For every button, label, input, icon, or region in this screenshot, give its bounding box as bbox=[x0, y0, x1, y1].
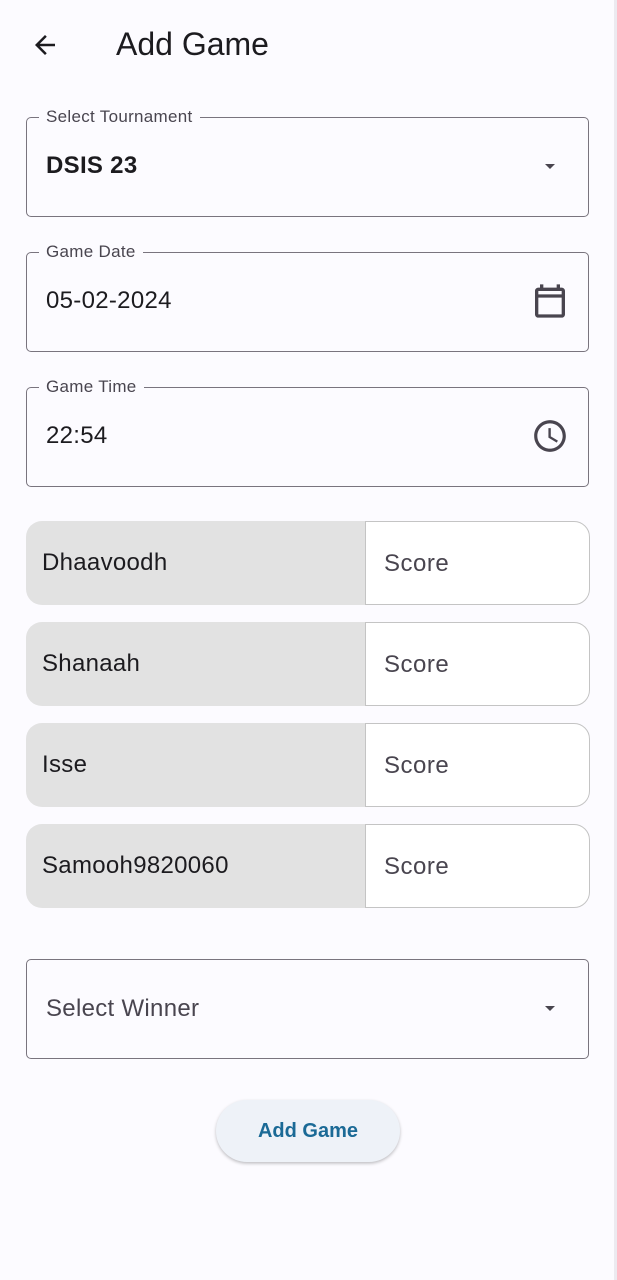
player-row: Isse bbox=[26, 723, 590, 807]
winner-placeholder: Select Winner bbox=[46, 995, 200, 1022]
score-input[interactable] bbox=[382, 544, 566, 584]
game-date-value: 05-02-2024 bbox=[46, 287, 172, 314]
game-date-field[interactable]: Game Date 05-02-2024 bbox=[26, 242, 589, 352]
player-row: Shanaah bbox=[26, 622, 590, 706]
score-input[interactable] bbox=[382, 645, 566, 685]
player-name: Shanaah bbox=[26, 622, 376, 706]
calendar-icon[interactable] bbox=[530, 281, 570, 321]
score-input[interactable] bbox=[382, 847, 566, 887]
page-title: Add Game bbox=[116, 26, 269, 62]
score-field[interactable] bbox=[365, 521, 590, 605]
back-button[interactable] bbox=[22, 22, 68, 68]
arrow-back-icon bbox=[35, 35, 55, 55]
app-bar: Add Game bbox=[0, 0, 614, 90]
dropdown-arrow-icon bbox=[530, 146, 570, 186]
winner-dropdown[interactable]: Select Winner bbox=[26, 959, 589, 1059]
player-name: Dhaavoodh bbox=[26, 521, 376, 605]
tournament-dropdown[interactable]: Select Tournament DSIS 23 bbox=[26, 107, 589, 217]
score-field[interactable] bbox=[365, 723, 590, 807]
add-game-button[interactable]: Add Game bbox=[216, 1100, 400, 1162]
clock-icon[interactable] bbox=[530, 416, 570, 456]
dropdown-arrow-icon bbox=[530, 988, 570, 1028]
score-input[interactable] bbox=[382, 746, 566, 786]
tournament-label: Select Tournament bbox=[39, 107, 200, 127]
game-time-field[interactable]: Game Time 22:54 bbox=[26, 377, 589, 487]
game-time-value: 22:54 bbox=[46, 422, 108, 449]
player-name: Samooh9820060 bbox=[26, 824, 376, 908]
game-time-label: Game Time bbox=[39, 377, 144, 397]
score-field[interactable] bbox=[365, 824, 590, 908]
tournament-value: DSIS 23 bbox=[46, 152, 138, 179]
player-row: Samooh9820060 bbox=[26, 824, 590, 908]
player-name: Isse bbox=[26, 723, 376, 807]
score-field[interactable] bbox=[365, 622, 590, 706]
player-row: Dhaavoodh bbox=[26, 521, 590, 605]
game-date-label: Game Date bbox=[39, 242, 143, 262]
